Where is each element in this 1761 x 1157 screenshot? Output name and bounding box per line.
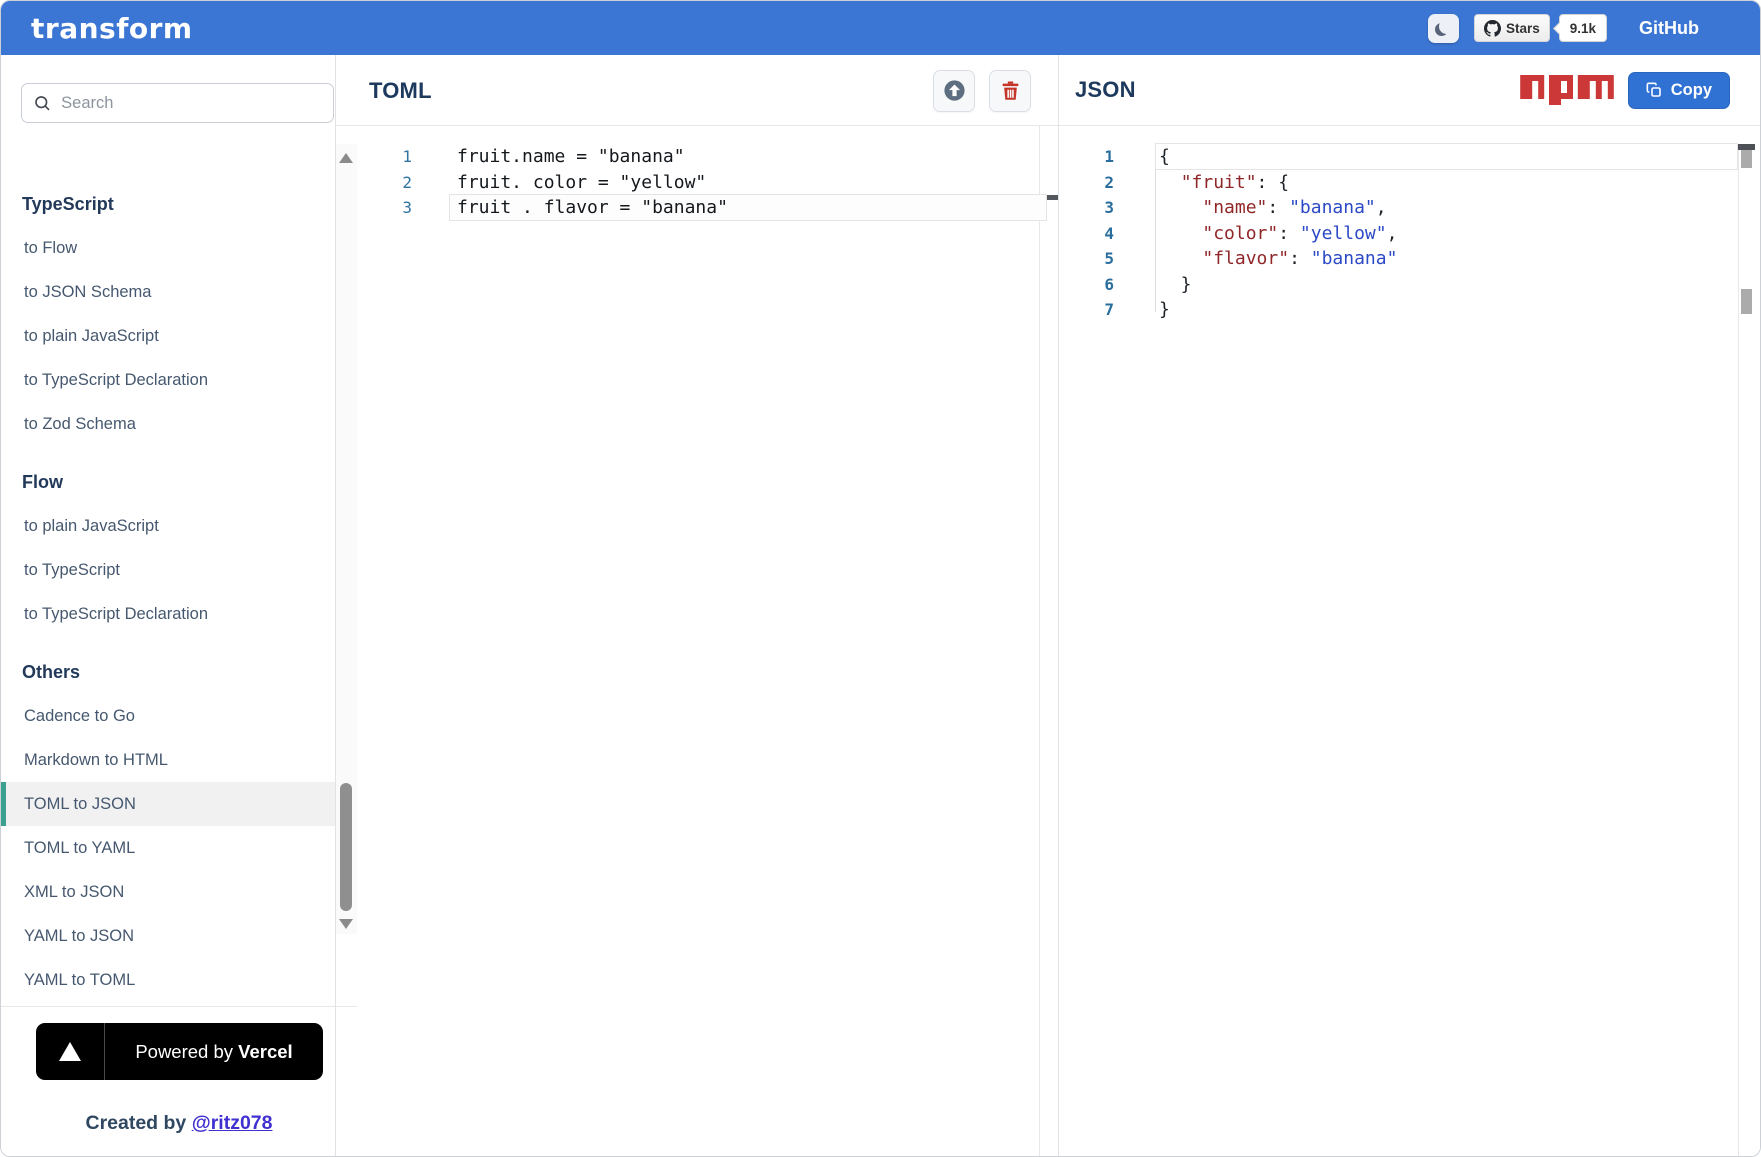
sidebar-scrollbar-thumb[interactable] (340, 783, 352, 911)
sidebar-item-to-zod-schema[interactable]: to Zod Schema (1, 402, 335, 446)
line-number: 1 (402, 147, 412, 167)
sidebar-item-xml-to-json[interactable]: XML to JSON (1, 870, 335, 914)
sidebar-border (335, 55, 336, 1156)
sidebar-section-flow: Flow (22, 471, 63, 492)
line-number: 4 (1104, 223, 1114, 243)
transform-nav: TypeScript to Flow to JSON Schema to plain … (1, 144, 335, 1002)
github-octocat-icon (1483, 19, 1501, 37)
sidebar: TypeScriptto Flowto JSON Schemato plain … (1, 55, 357, 1156)
sidebar-footer-divider (1, 1006, 357, 1007)
sidebar-item-markdown-to-html[interactable]: Markdown to HTML (1, 738, 335, 782)
json-code-output[interactable]: 1{2 "fruit": {3 "name": "banana", 4 "colo… (1059, 126, 1760, 1156)
code-text: "color": "yellow", (1202, 222, 1398, 244)
github-stars-count[interactable]: 9.1k (1558, 14, 1607, 42)
clear-editor-button[interactable] (989, 69, 1031, 112)
code-text: } (1159, 299, 1170, 321)
sidebar-item-toml-to-yaml[interactable]: TOML to YAML (1, 826, 335, 870)
json-code-line: 4 "color": "yellow", (1059, 221, 1760, 247)
sidebar-item-toml-to-json[interactable]: TOML to JSON (1, 782, 335, 826)
sidebar-item-to-flow[interactable]: to Flow (1, 226, 335, 270)
json-code-line: 7} (1059, 297, 1760, 323)
powered-by-label: Powered by Vercel (135, 1040, 293, 1062)
powered-by-vercel-button[interactable]: Powered by Vercel (36, 1023, 323, 1080)
upload-file-button[interactable] (933, 69, 975, 112)
toml-panel-title: TOML (369, 77, 432, 103)
code-text: fruit. color = "yellow" (457, 171, 707, 193)
copy-button[interactable]: Copy (1627, 71, 1730, 109)
json-code-line: 6 } (1059, 272, 1760, 298)
sidebar-item-to-json-schema[interactable]: to JSON Schema (1, 270, 335, 314)
code-text: } (1159, 273, 1192, 295)
sidebar-item-to-typescript[interactable]: to TypeScript (1, 548, 335, 592)
sidebar-item-to-plain-javascript[interactable]: to plain JavaScript (1, 314, 335, 358)
trash-icon (1002, 81, 1018, 100)
code-text: { (1159, 146, 1170, 168)
upload-icon (943, 80, 965, 101)
line-number: 3 (1104, 198, 1114, 218)
toml-code-editor[interactable]: 1 fruit.name = "banana" 2 fruit. color = "y… (357, 126, 1058, 1156)
sidebar-item-to-plain-javascript[interactable]: to plain JavaScript (1, 504, 335, 548)
sidebar-section-others: Others (22, 661, 81, 682)
json-code-line: 1{ (1059, 144, 1760, 170)
created-by: Created by @ritz078 (85, 1112, 273, 1134)
dark-mode-toggle[interactable] (1427, 13, 1459, 43)
sidebar-scrollbar (336, 144, 357, 934)
toml-scrollbar-track[interactable] (1039, 126, 1040, 1156)
search-box (21, 83, 334, 123)
line-number: 1 (1104, 147, 1114, 167)
code-text: "name": "banana", (1202, 197, 1387, 219)
author-link[interactable]: @ritz078 (192, 1112, 273, 1134)
scroll-down-arrow-icon[interactable] (339, 919, 353, 929)
sidebar-item-to-typescript-declaration[interactable]: to TypeScript Declaration (1, 358, 335, 402)
npm-logo (1519, 75, 1614, 105)
github-link[interactable]: GitHub (1639, 18, 1699, 39)
json-panel-title: JSON (1075, 77, 1136, 102)
line-number: 2 (1104, 172, 1114, 192)
line-number: 6 (1104, 274, 1114, 294)
toml-panel: TOML 1 fruit.name = "banana" 2 fruit. color… (357, 55, 1058, 1156)
app-header: transform Stars 9.1k GitHub (1, 1, 1760, 55)
copy-icon (1646, 82, 1661, 97)
code-text: fruit.name = "banana" (457, 146, 685, 168)
sidebar-item-cadence-to-go[interactable]: Cadence to Go (1, 694, 335, 738)
sidebar-section-typescript: TypeScript (22, 193, 114, 214)
toml-code-line: 1 fruit.name = "banana" (357, 144, 1058, 170)
header-actions: Stars 9.1k GitHub (1427, 13, 1699, 43)
app-logo[interactable]: transform (31, 12, 193, 45)
json-toolbar: Copy (1519, 71, 1730, 109)
line-number: 7 (1104, 300, 1114, 320)
app-window: transform Stars 9.1k GitHub TypeScript to… (0, 0, 1761, 1157)
json-code-line: 5 "flavor": "banana" (1059, 246, 1760, 272)
json-code-line: 3 "name": "banana", (1059, 195, 1760, 221)
line-number: 5 (1104, 249, 1114, 269)
line-number: 3 (402, 198, 412, 218)
sidebar-item-to-typescript-declaration[interactable]: to TypeScript Declaration (1, 592, 335, 636)
json-panel: JSON Copy 1{2 "fruit": {3 "name": "banan… (1058, 55, 1760, 1156)
search-input[interactable] (59, 92, 321, 114)
code-text: "fruit": { (1180, 171, 1290, 193)
json-code-line: 2 "fruit": { (1059, 170, 1760, 196)
line-number: 2 (402, 172, 412, 192)
code-text: fruit . flavor = "banana" (457, 197, 728, 219)
moon-icon (1439, 19, 1454, 34)
search-icon (35, 96, 50, 111)
copy-label: Copy (1670, 80, 1712, 99)
toml-panel-header: TOML (357, 55, 1058, 126)
scroll-up-arrow-icon[interactable] (339, 153, 353, 163)
code-text: "flavor": "banana" (1202, 248, 1398, 270)
github-stars-button[interactable]: Stars (1473, 14, 1550, 42)
vercel-triangle-icon (59, 1042, 81, 1061)
toml-code-line: 3 fruit . flavor = "banana" (357, 195, 1058, 221)
sidebar-item-yaml-to-json[interactable]: YAML to JSON (1, 914, 335, 958)
toml-code-line: 2 fruit. color = "yellow" (357, 170, 1058, 196)
json-panel-header: JSON Copy (1059, 55, 1760, 126)
stars-label: Stars (1505, 20, 1540, 36)
sidebar-item-yaml-to-toml[interactable]: YAML to TOML (1, 958, 335, 1002)
toml-toolbar (933, 69, 1031, 112)
